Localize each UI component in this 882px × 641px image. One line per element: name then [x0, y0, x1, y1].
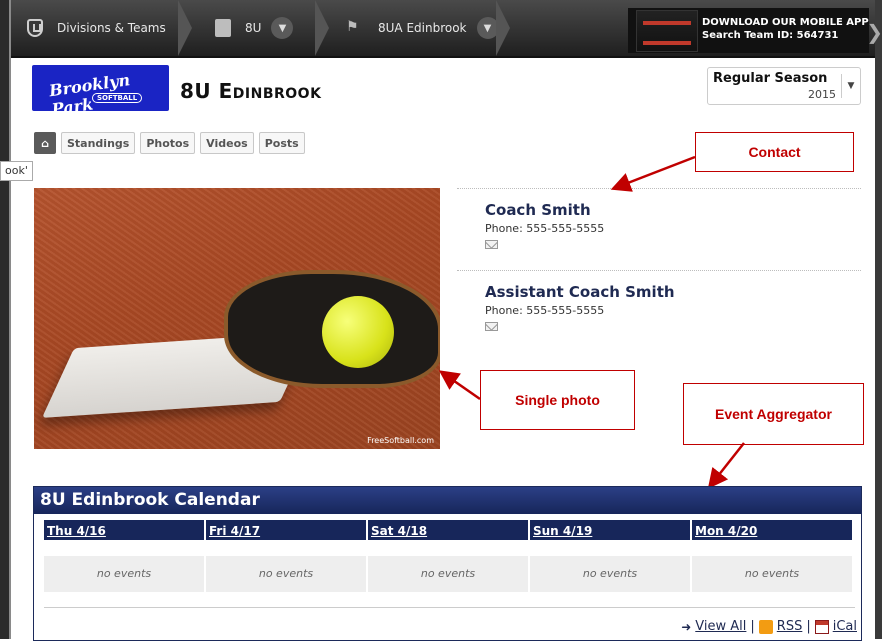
- arrow-to-calendar: [707, 442, 745, 489]
- calendar-day: Sun 4/19 no events: [530, 520, 690, 606]
- calendar-day-link[interactable]: Mon 4/20: [695, 521, 757, 541]
- calendar-no-events: no events: [44, 556, 204, 592]
- calendar-day-link[interactable]: Fri 4/17: [209, 521, 260, 541]
- calendar-no-events: no events: [368, 556, 528, 592]
- ical-link[interactable]: iCal: [833, 619, 857, 634]
- calendar-day: Fri 4/17 no events: [206, 520, 366, 606]
- calendar-day-header: Fri 4/17: [206, 520, 366, 540]
- view-all-link[interactable]: View All: [695, 619, 746, 634]
- calendar-day-link[interactable]: Sun 4/19: [533, 521, 592, 541]
- calendar-divider: [44, 607, 855, 608]
- calendar-day-link[interactable]: Sat 4/18: [371, 521, 427, 541]
- team-calendar: 8U Edinbrook Calendar Thu 4/16 no events…: [33, 486, 862, 641]
- calendar-title: 8U Edinbrook Calendar: [34, 487, 861, 514]
- footer-separator: |: [806, 619, 811, 634]
- calendar-day-header: Thu 4/16: [44, 520, 204, 540]
- arrow-right-icon: ➜: [681, 619, 692, 634]
- calendar-no-events: no events: [692, 556, 852, 592]
- calendar-icon[interactable]: [814, 619, 829, 634]
- arrow-to-contact: [610, 155, 696, 192]
- calendar-no-events: no events: [530, 556, 690, 592]
- rss-icon[interactable]: [758, 619, 773, 634]
- calendar-day-header: Sat 4/18: [368, 520, 528, 540]
- footer-separator: |: [750, 619, 755, 634]
- calendar-day: Sat 4/18 no events: [368, 520, 528, 606]
- rss-link[interactable]: RSS: [777, 619, 803, 634]
- calendar-day-header: Mon 4/20: [692, 520, 852, 540]
- calendar-day: Thu 4/16 no events: [44, 520, 204, 606]
- calendar-day-header: Sun 4/19: [530, 520, 690, 540]
- calendar-no-events: no events: [206, 556, 366, 592]
- calendar-footer: ➜ View All | RSS | iCal: [681, 619, 857, 634]
- calendar-day-link[interactable]: Thu 4/16: [47, 521, 106, 541]
- calendar-day: Mon 4/20 no events: [692, 520, 852, 606]
- arrow-to-photo: [438, 370, 481, 401]
